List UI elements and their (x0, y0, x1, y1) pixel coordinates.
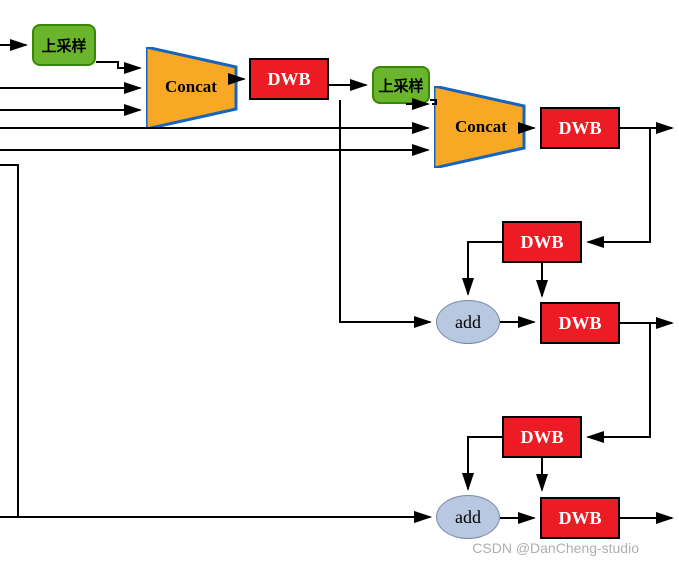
dwb-1: DWB (249, 58, 329, 100)
concat-label-1: Concat (156, 72, 226, 102)
concat-label-2: Concat (446, 112, 516, 142)
add-1: add (436, 300, 500, 344)
watermark: CSDN @DanCheng-studio (472, 540, 639, 556)
dwb-5: DWB (502, 416, 582, 458)
dwb-2: DWB (540, 107, 620, 149)
dwb-6: DWB (540, 497, 620, 539)
upsample-1: 上采样 (32, 24, 96, 66)
dwb-4: DWB (540, 302, 620, 344)
add-2: add (436, 495, 500, 539)
upsample-2: 上采样 (372, 66, 430, 104)
flow-arrows (0, 0, 679, 564)
dwb-3: DWB (502, 221, 582, 263)
